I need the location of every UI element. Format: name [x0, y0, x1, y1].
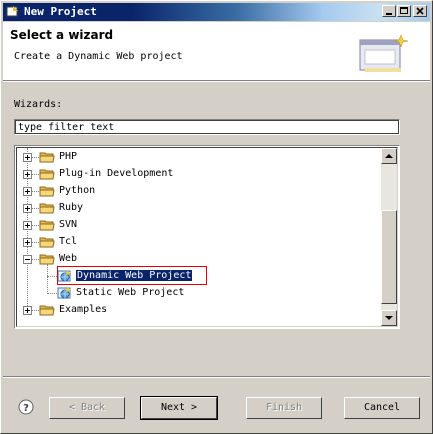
arrow-down-icon	[385, 316, 393, 320]
scroll-thumb[interactable]	[381, 210, 397, 304]
tree-connector	[31, 225, 39, 227]
tree-item-label: PHP	[59, 151, 78, 162]
tree-connector	[31, 157, 39, 159]
tree-connector	[31, 191, 39, 193]
tree-connector	[31, 208, 39, 210]
tree-item-label: Examples	[59, 304, 108, 315]
wizard-header: Select a wizard Create a Dynamic Web pro…	[3, 22, 430, 81]
web-project-icon	[57, 286, 73, 300]
tree-item-label: Ruby	[59, 202, 84, 213]
folder-icon	[39, 151, 55, 163]
scroll-up-button[interactable]	[381, 148, 397, 164]
tree-item-examples[interactable]: Examples	[17, 302, 383, 318]
tree-connector	[31, 174, 39, 176]
tree-item-ruby[interactable]: Ruby	[17, 200, 383, 216]
minimize-icon	[386, 13, 392, 15]
maximize-icon	[400, 7, 408, 14]
title-bar[interactable]: New Project	[3, 3, 430, 21]
selection-highlight-box	[57, 266, 207, 285]
tree-item-label: Static Web Project	[76, 287, 185, 298]
folder-icon	[39, 219, 55, 231]
new-project-dialog: New Project Select a wizard Create a Dyn…	[0, 0, 433, 434]
next-button[interactable]: Next >	[140, 396, 218, 420]
expand-toggle[interactable]	[23, 204, 32, 213]
maximize-button[interactable]	[397, 5, 411, 17]
folder-icon	[39, 202, 55, 214]
back-button[interactable]: < Back	[49, 397, 125, 419]
tree-connector	[31, 259, 39, 261]
folder-icon	[39, 185, 55, 197]
expand-toggle[interactable]	[23, 170, 32, 179]
page-description: Create a Dynamic Web project	[14, 51, 183, 62]
tree-item-label: Plug-in Development	[59, 168, 174, 179]
expand-toggle[interactable]	[23, 238, 32, 247]
close-icon	[416, 7, 424, 15]
folder-icon	[39, 304, 55, 316]
help-icon[interactable]: ?	[18, 399, 34, 415]
expand-toggle[interactable]	[23, 187, 32, 196]
tree-connector	[31, 242, 39, 244]
tree-item-svn[interactable]: SVN	[17, 217, 383, 233]
folder-icon	[39, 236, 55, 248]
wizard-tree[interactable]: PHP Plug-in Development Python Ruby SVN Tcl We…	[14, 145, 400, 329]
wizards-label: Wizards:	[14, 99, 63, 110]
close-button[interactable]	[413, 5, 427, 17]
tree-item-php[interactable]: PHP	[17, 149, 383, 165]
tree-item-plug-in-development[interactable]: Plug-in Development	[17, 166, 383, 182]
tree-item-static-web-project[interactable]: Static Web Project	[17, 285, 383, 301]
wizard-tree-viewport: PHP Plug-in Development Python Ruby SVN Tcl We…	[16, 147, 398, 327]
finish-button[interactable]: Finish	[246, 397, 322, 419]
tree-connector	[31, 310, 39, 312]
tree-item-web[interactable]: Web	[17, 251, 383, 267]
tree-scrollbar[interactable]	[381, 148, 397, 326]
expand-toggle[interactable]	[23, 153, 32, 162]
folder-icon	[39, 168, 55, 180]
tree-item-label: Python	[59, 185, 96, 196]
scroll-down-button[interactable]	[381, 310, 397, 326]
footer-separator-highlight	[3, 377, 430, 378]
wizard-banner-icon	[359, 34, 409, 72]
tree-item-tcl[interactable]: Tcl	[17, 234, 383, 250]
tree-item-label: SVN	[59, 219, 78, 230]
filter-input[interactable]	[14, 119, 400, 135]
tree-item-label: Tcl	[59, 236, 78, 247]
tree-item-label: Web	[59, 253, 78, 264]
page-title: Select a wizard	[10, 28, 114, 42]
cancel-button[interactable]: Cancel	[344, 397, 420, 419]
collapse-toggle[interactable]	[23, 255, 32, 264]
new-project-icon	[6, 6, 18, 17]
expand-toggle[interactable]	[23, 306, 32, 315]
minimize-button[interactable]	[382, 5, 396, 17]
expand-toggle[interactable]	[23, 221, 32, 230]
window-title: New Project	[24, 5, 97, 18]
tree-item-python[interactable]: Python	[17, 183, 383, 199]
arrow-up-icon	[385, 154, 393, 158]
svg-text:?: ?	[23, 403, 29, 414]
tree-connector-vertical	[47, 264, 49, 294]
header-separator	[3, 81, 430, 82]
